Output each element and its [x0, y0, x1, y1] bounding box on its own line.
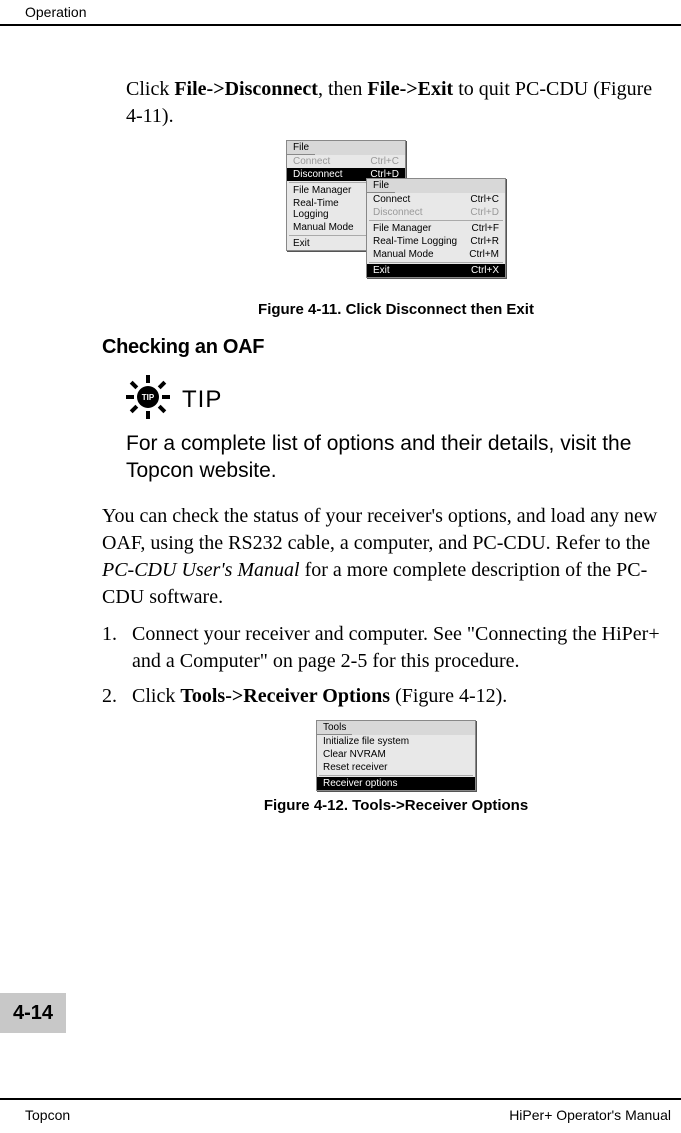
menu-item-label: File Manager: [373, 223, 431, 234]
footer-left: Topcon: [25, 1107, 70, 1123]
menu-title: Tools: [317, 721, 352, 735]
menu-item-label: Initialize file system: [323, 736, 409, 747]
menu-item-accelerator: Ctrl+X: [471, 265, 499, 276]
menu-item-accelerator: Ctrl+M: [469, 249, 499, 260]
menu-title: File: [367, 179, 395, 193]
text: You can check the status of your receive…: [102, 505, 657, 554]
menu-item-accelerator: Ctrl+C: [370, 156, 399, 167]
menu-item[interactable]: Exit Ctrl+X: [367, 264, 505, 277]
menu-item-label: Manual Mode: [373, 249, 434, 260]
figure-4-11: File Connect Ctrl+C Disconnect Ctrl+D File M…: [126, 140, 666, 295]
cursor-icon: ➤: [416, 278, 426, 293]
menu-path-exit: File->Exit: [367, 78, 453, 100]
menu-item-label: Exit: [373, 265, 390, 276]
text: , then: [318, 78, 367, 100]
menu-item-accelerator: Ctrl+R: [470, 236, 499, 247]
intro-paragraph: Click File->Disconnect, then File->Exit …: [126, 76, 666, 130]
tools-menu: Tools Initialize file system Clear NVRAM R…: [316, 720, 476, 791]
svg-text:TIP: TIP: [142, 393, 155, 402]
page-number-tab: 4-14: [0, 993, 66, 1033]
menu-item-label: Reset receiver: [323, 762, 387, 773]
page-content: Click File->Disconnect, then File->Exit …: [0, 26, 681, 814]
page-header: Operation: [0, 0, 681, 26]
step-text: Connect your receiver and computer. See …: [132, 621, 666, 675]
text: (Figure 4-12).: [390, 685, 507, 707]
menu-item-label: File Manager: [293, 185, 351, 196]
figure-4-12: Tools Initialize file system Clear NVRAM R…: [126, 720, 666, 791]
menu-item-label: Receiver options: [323, 778, 397, 789]
menu-item-accelerator: Ctrl+C: [470, 194, 499, 205]
menu-item-label: Connect: [293, 156, 330, 167]
menu-item[interactable]: Real-Time Logging Ctrl+R: [367, 235, 505, 248]
file-menu-2: File Connect Ctrl+C Disconnect Ctrl+D File M…: [366, 178, 506, 278]
page-number: 4-14: [13, 1002, 53, 1025]
menu-item[interactable]: Connect Ctrl+C: [287, 155, 405, 168]
menu-item[interactable]: Manual Mode Ctrl+M: [367, 248, 505, 261]
step-1: 1. Connect your receiver and computer. S…: [102, 621, 666, 675]
menu-item[interactable]: Receiver options: [317, 777, 475, 790]
menu-item[interactable]: Disconnect Ctrl+D: [367, 206, 505, 219]
menu-title: File: [287, 141, 315, 155]
menu-item-label: Real-Time Logging: [373, 236, 457, 247]
manual-reference: PC-CDU User's Manual: [102, 559, 300, 581]
menu-item-accelerator: Ctrl+F: [472, 223, 500, 234]
section-heading-checking-oaf: Checking an OAF: [102, 336, 666, 359]
procedure-steps: 1. Connect your receiver and computer. S…: [102, 621, 666, 710]
tip-block: TIP TIP For a complete list of options a…: [126, 375, 666, 485]
menu-item[interactable]: Reset receiver: [317, 761, 475, 774]
menu-item-label: Clear NVRAM: [323, 749, 386, 760]
menu-item-label: Disconnect: [293, 169, 342, 180]
body-paragraph: You can check the status of your receive…: [102, 503, 666, 611]
step-number: 2.: [102, 683, 132, 710]
menu-item-label: Exit: [293, 238, 310, 249]
text: Click: [132, 685, 180, 707]
tip-label: TIP: [182, 386, 222, 414]
footer-right: HiPer+ Operator's Manual: [509, 1107, 671, 1123]
menu-item[interactable]: Connect Ctrl+C: [367, 193, 505, 206]
figure-4-12-caption: Figure 4-12. Tools->Receiver Options: [126, 797, 666, 814]
menu-path-receiver-options: Tools->Receiver Options: [180, 685, 390, 707]
page-footer: Topcon HiPer+ Operator's Manual: [0, 1098, 681, 1123]
menu-item-label: Connect: [373, 194, 410, 205]
menu-item-label: Manual Mode: [293, 222, 354, 233]
menu-item-accelerator: Ctrl+D: [470, 207, 499, 218]
text: Click: [126, 78, 174, 100]
menu-item-label: Real-Time Logging: [293, 198, 358, 220]
menu-path-disconnect: File->Disconnect: [174, 78, 318, 100]
tip-body-text: For a complete list of options and their…: [126, 430, 666, 485]
step-number: 1.: [102, 621, 132, 675]
step-2: 2. Click Tools->Receiver Options (Figure…: [102, 683, 666, 710]
header-section-title: Operation: [25, 4, 681, 24]
menu-item-label: Disconnect: [373, 207, 422, 218]
menu-item[interactable]: Clear NVRAM: [317, 748, 475, 761]
menu-item[interactable]: Initialize file system: [317, 735, 475, 748]
figure-4-11-caption: Figure 4-11. Click Disconnect then Exit: [126, 301, 666, 318]
menu-item[interactable]: File Manager Ctrl+F: [367, 222, 505, 235]
tip-icon: TIP: [126, 375, 170, 424]
